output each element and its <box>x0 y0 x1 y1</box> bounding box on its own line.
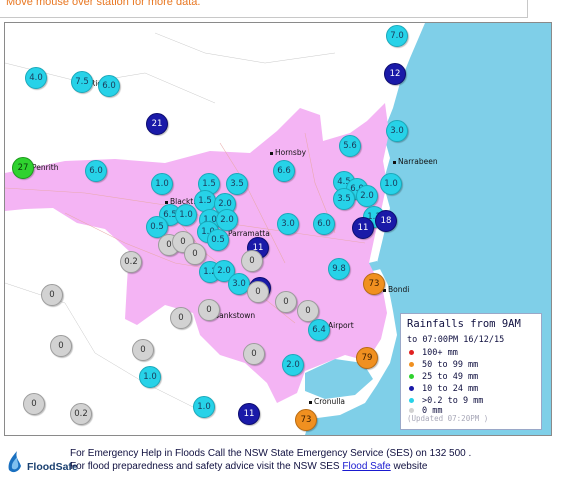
station-marker[interactable]: 0 <box>184 243 206 265</box>
footer: FloodSafe For Emergency Help in Floods C… <box>0 440 580 479</box>
station-marker[interactable]: 7.5 <box>71 71 93 93</box>
footer-emergency-text: For Emergency Help in Floods Call the NS… <box>70 448 472 459</box>
station-marker[interactable]: 1.0 <box>139 366 161 388</box>
station-marker[interactable]: 5.6 <box>339 135 361 157</box>
rainfall-legend: Rainfalls from 9AM to 07:00PM 16/12/15 1… <box>400 313 542 430</box>
station-marker[interactable]: 6.0 <box>98 75 120 97</box>
floodsafe-logo[interactable]: FloodSafe <box>5 448 78 474</box>
legend-item: 50 to 99 mm <box>409 359 478 371</box>
station-marker[interactable]: 2.0 <box>282 354 304 376</box>
station-marker[interactable]: 3.5 <box>333 188 355 210</box>
legend-item: 10 to 24 mm <box>409 383 478 395</box>
station-marker[interactable]: 6.6 <box>273 160 295 182</box>
place-hornsby: Hornsby <box>270 148 306 157</box>
station-marker[interactable]: 0 <box>23 393 45 415</box>
station-marker[interactable]: 0 <box>247 281 269 303</box>
station-marker[interactable]: 21 <box>146 113 168 135</box>
station-marker[interactable]: 6.0 <box>85 160 107 182</box>
legend-swatch-green <box>409 374 414 379</box>
legend-swatch-cyan <box>409 398 414 403</box>
station-marker[interactable]: 73 <box>295 409 317 431</box>
station-marker[interactable]: 1.0 <box>380 173 402 195</box>
station-marker[interactable]: 0 <box>170 307 192 329</box>
station-marker[interactable]: 27 <box>12 157 34 179</box>
station-marker[interactable]: 0 <box>241 250 263 272</box>
station-marker[interactable]: 7.0 <box>386 25 408 47</box>
floodsafe-link[interactable]: Flood Safe <box>342 461 390 472</box>
station-marker[interactable]: 11 <box>238 403 260 425</box>
station-marker[interactable]: 1.0 <box>193 396 215 418</box>
station-marker[interactable]: 0 <box>50 335 72 357</box>
station-marker[interactable]: 2.0 <box>216 209 238 231</box>
legend-swatch-grey <box>409 408 414 413</box>
legend-swatch-red <box>409 350 414 355</box>
footer-advice-text: For flood preparedness and safety advice… <box>70 461 428 472</box>
header-divider <box>0 17 528 18</box>
legend-item: 100+ mm <box>409 347 458 359</box>
legend-swatch-blue <box>409 386 414 391</box>
place-bondi: Bondi <box>383 285 409 294</box>
place-cronulla: Cronulla <box>309 397 345 406</box>
station-marker[interactable]: 3.5 <box>226 173 248 195</box>
legend-subtitle: to 07:00PM 16/12/15 <box>407 335 505 345</box>
legend-title: Rainfalls from 9AM <box>407 318 521 330</box>
station-marker[interactable]: 0.2 <box>120 251 142 273</box>
station-marker[interactable]: 0.2 <box>70 403 92 425</box>
station-marker[interactable]: 6.4 <box>308 319 330 341</box>
station-marker[interactable]: 79 <box>356 347 378 369</box>
station-marker[interactable]: 6.0 <box>313 213 335 235</box>
header-bar: Move mouse over station for more data. <box>0 0 580 22</box>
legend-swatch-orange <box>409 362 414 367</box>
legend-updated: (Updated 07:20PM ) <box>407 414 489 423</box>
station-marker[interactable]: 18 <box>375 210 397 232</box>
station-marker[interactable]: 0 <box>198 299 220 321</box>
rainfall-map[interactable]: Penrith Ric...d Hornsby Narrabeen Blackt… <box>4 22 552 436</box>
station-marker[interactable]: 0.5 <box>207 229 229 251</box>
station-marker[interactable]: 9.8 <box>328 258 350 280</box>
station-marker[interactable]: 1.0 <box>151 173 173 195</box>
hover-hint: Move mouse over station for more data. <box>6 0 201 8</box>
station-marker[interactable]: 12 <box>384 63 406 85</box>
station-marker[interactable]: 0 <box>243 343 265 365</box>
station-marker[interactable]: 0 <box>132 339 154 361</box>
legend-item: 25 to 49 mm <box>409 371 478 383</box>
station-marker[interactable]: 3.0 <box>277 213 299 235</box>
place-narrabeen: Narrabeen <box>393 157 438 166</box>
station-marker[interactable]: 73 <box>363 273 385 295</box>
header-divider-vertical <box>527 0 528 18</box>
station-marker[interactable]: 0 <box>275 291 297 313</box>
station-marker[interactable]: 3.0 <box>386 120 408 142</box>
station-marker[interactable]: 4.0 <box>25 67 47 89</box>
floodsafe-icon <box>8 451 21 473</box>
station-marker[interactable]: 11 <box>352 217 374 239</box>
station-marker[interactable]: 2.0 <box>356 185 378 207</box>
station-marker[interactable]: 1.0 <box>175 204 197 226</box>
station-marker[interactable]: 0 <box>41 284 63 306</box>
